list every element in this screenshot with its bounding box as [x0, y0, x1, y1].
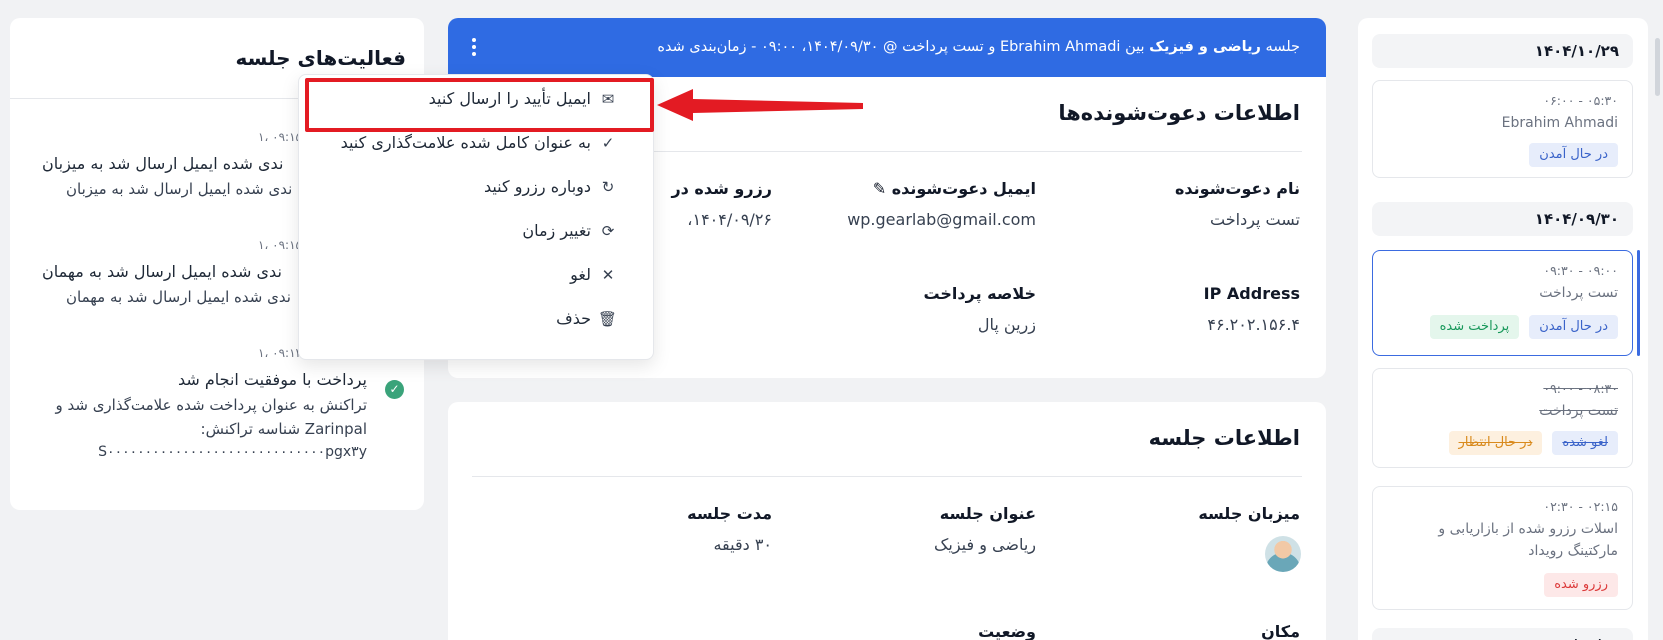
booked-at-value: ۱۴۰۴/۰۹/۲۶،	[687, 210, 772, 229]
menu-delete[interactable]: 🗑 حذف	[556, 309, 617, 328]
edit-pencil-icon[interactable]: ✎	[873, 179, 886, 198]
header-text: جلسه	[1265, 39, 1300, 55]
activity-item-sub: Zarinpal شناسه تراکنش:	[200, 420, 367, 438]
active-slot-indicator	[1637, 250, 1640, 356]
host-avatar[interactable]	[1265, 536, 1301, 572]
close-icon: ✕	[601, 265, 615, 284]
menu-item-label: به عنوان کامل شده علامت‌گذاری کنید	[340, 133, 591, 152]
menu-mark-completed[interactable]: ✓ به عنوان کامل شده علامت‌گذاری کنید	[341, 133, 617, 152]
header-host: Ebrahim Ahmadi	[999, 39, 1121, 55]
activity-title: فعالیت‌های جلسه	[235, 46, 406, 70]
status-badge: در حال آمدن	[1529, 315, 1618, 339]
check-circle-icon: ✓	[385, 380, 404, 399]
activity-item-sub: تراکنش به عنوان پرداخت شده علامت‌گذاری ش…	[55, 396, 367, 414]
menu-reschedule[interactable]: ⟳ تغییر زمان	[522, 221, 617, 240]
slot-name: تست پرداخت	[1539, 403, 1618, 419]
slot-name: اسلات رزرو شده از بازاریابی و مارکتینگ ر…	[1387, 518, 1618, 562]
status-badge: در حال انتظار	[1448, 431, 1543, 455]
slot-time: ۰۸:۳۰ - ۰۹:۰۰	[1543, 381, 1618, 396]
session-duration-label: مدت جلسه	[687, 504, 772, 523]
divider	[472, 476, 1302, 477]
sidebar-scrollbar[interactable]	[1655, 38, 1660, 96]
invitee-email-label-text: ایمیل دعوت‌شونده	[891, 179, 1036, 198]
activity-item-title: ندی شده ایمیل ارسال شد به مهمان	[42, 262, 282, 281]
menu-cancel[interactable]: ✕ لغو	[570, 265, 617, 284]
invitee-name-label: نام دعوت‌شونده	[1174, 179, 1300, 198]
session-section-title: اطلاعات جلسه	[1148, 426, 1300, 450]
payment-badge: پرداخت شده	[1429, 315, 1520, 339]
ip-label: IP Address	[1203, 284, 1300, 303]
status-badge: در حال آمدن	[1529, 143, 1618, 167]
invitee-email-value: wp.gearlab@gmail.com	[847, 210, 1036, 229]
invitee-section-title: اطلاعات دعوت‌شونده‌ها	[1058, 101, 1300, 125]
invitee-name-value: تست پرداخت	[1210, 210, 1300, 229]
slot-card[interactable]: ۰۸:۳۰ - ۰۹:۰۰ تست پرداخت لغو شده در حال …	[1372, 368, 1633, 468]
slot-time: ۰۲:۱۵ - ۰۲:۳۰	[1543, 499, 1618, 514]
reschedule-icon: ⟳	[601, 221, 615, 240]
header-datetime: @ ۱۴۰۴/۰۹/۳۰، ۰۹:۰۰ - زمان‌بندی شده	[657, 39, 898, 55]
slot-card-active[interactable]: ۰۹:۰۰ - ۰۹:۳۰ تست پرداخت در حال آمدن پرد…	[1372, 250, 1633, 356]
activity-time: ۰۹:۱۵ ،۱	[258, 238, 302, 252]
date-header: ۱۴۰۴/۱۰/۲۹	[1372, 34, 1633, 68]
session-host-label: میزبان جلسه	[1198, 504, 1300, 523]
annotation-arrow	[657, 89, 863, 121]
booking-header: جلسه ریاضی و فیزیک بین Ebrahim Ahmadi و …	[448, 18, 1326, 77]
booked-at-label: رزرو شده در	[671, 179, 772, 198]
slots-sidebar: ۱۴۰۴/۱۰/۲۹ ۰۵:۳۰ - ۰۶:۰۰ Ebrahim Ahmadi …	[1358, 18, 1648, 640]
slot-name-line: اسلات رزرو شده از بازاریابی و	[1438, 521, 1618, 537]
date-header: ۱۴۰۴/۰۹/۲۶	[1372, 628, 1633, 640]
activity-item-sub: ندی شده ایمیل ارسال شد به میزبان	[66, 180, 293, 198]
header-guest: تست پرداخت	[902, 39, 984, 55]
transaction-id: S۰۰۰۰۰۰۰۰۰۰۰۰۰۰۰۰۰۰۰۰۰۰۰۰۰۰۰۰۰pgx۳y	[98, 444, 367, 460]
trash-icon: 🗑	[597, 309, 617, 328]
activity-time: ۰۹:۱۵ ،۱	[258, 130, 302, 144]
menu-rebook[interactable]: ↻ دوباره رزرو کنید	[484, 177, 617, 196]
more-options-icon[interactable]	[470, 38, 478, 56]
header-text: بین	[1125, 39, 1145, 55]
slot-card[interactable]: ۰۵:۳۰ - ۰۶:۰۰ Ebrahim Ahmadi در حال آمدن	[1372, 80, 1633, 178]
invitee-email-label: ایمیل دعوت‌شونده ✎	[873, 179, 1036, 198]
payment-summary-label: خلاصه پرداخت	[923, 284, 1036, 303]
activity-item-sub: ندی شده ایمیل ارسال شد به مهمان	[66, 288, 291, 306]
check-icon: ✓	[601, 133, 615, 152]
menu-item-label: حذف	[556, 309, 591, 328]
session-duration-value: ۳۰ دقیقه	[713, 535, 772, 554]
header-topic: ریاضی و فیزیک	[1149, 39, 1261, 55]
slot-time: ۰۵:۳۰ - ۰۶:۰۰	[1543, 93, 1618, 108]
session-topic-value: ریاضی و فیزیک	[934, 535, 1036, 554]
ip-value: ۴۶.۲۰۲.۱۵۶.۴	[1207, 315, 1300, 334]
refresh-icon: ↻	[601, 177, 615, 196]
menu-item-label: لغو	[570, 265, 591, 284]
menu-item-label: تغییر زمان	[522, 221, 591, 240]
header-text: و	[988, 39, 996, 55]
activity-time: ۰۹:۱۴ ،۱	[258, 346, 302, 360]
status-badge: لغو شده	[1552, 431, 1618, 455]
activity-item-title: ندی شده ایمیل ارسال شد به میزبان	[42, 154, 284, 173]
status-badge: رزرو شده	[1544, 573, 1618, 597]
slot-card[interactable]: ۰۲:۱۵ - ۰۲:۳۰ اسلات رزرو شده از بازاریاب…	[1372, 486, 1633, 610]
slot-name-line: مارکتینگ رویداد	[1528, 543, 1618, 559]
annotation-highlight-box	[305, 78, 654, 132]
slot-time: ۰۹:۰۰ - ۰۹:۳۰	[1543, 263, 1618, 278]
session-topic-label: عنوان جلسه	[939, 504, 1036, 523]
session-details-card: اطلاعات جلسه میزبان جلسه عنوان جلسه ریاض…	[448, 402, 1326, 640]
session-location-label: مکان	[1261, 622, 1300, 640]
menu-item-label: دوباره رزرو کنید	[483, 177, 591, 196]
slot-name: Ebrahim Ahmadi	[1501, 115, 1618, 131]
session-status-label: وضعیت	[978, 622, 1036, 640]
date-header: ۱۴۰۴/۰۹/۳۰	[1372, 202, 1633, 236]
activity-item-title: پرداخت با موفقیت انجام شد	[177, 370, 367, 389]
slot-name: تست پرداخت	[1539, 285, 1618, 301]
payment-summary-value: زرین پال	[977, 315, 1036, 334]
